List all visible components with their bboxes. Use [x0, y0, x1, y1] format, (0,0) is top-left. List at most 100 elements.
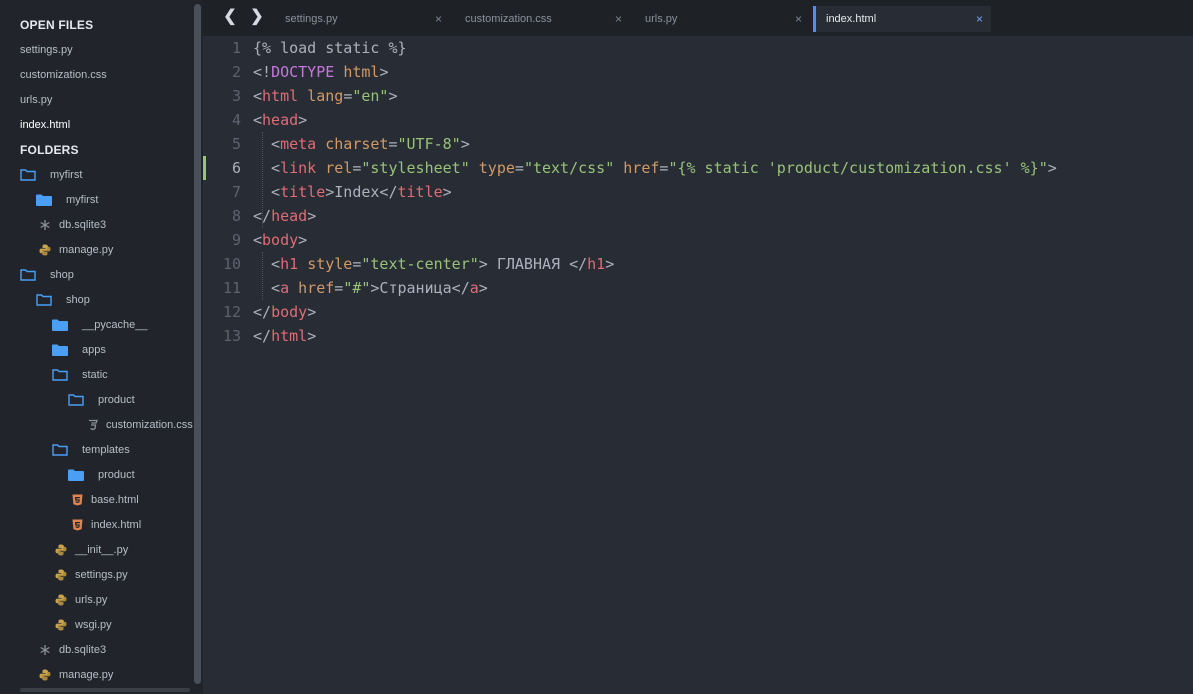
tree-folder[interactable]: myfirst [36, 190, 98, 210]
tab-label: customization.css [465, 13, 552, 25]
tree-folder[interactable]: shop [36, 290, 90, 310]
code-line[interactable]: 3 <html lang="en"> [203, 84, 1193, 108]
tab-customization-css[interactable]: customization.css × [455, 6, 630, 32]
code-text: <link rel="stylesheet" type="text/css" h… [253, 156, 1057, 180]
open-file-item[interactable]: index.html [20, 115, 70, 135]
folder-open-icon [52, 369, 68, 381]
code-line[interactable]: 1 {% load static %} [203, 36, 1193, 60]
tab-settings-py[interactable]: settings.py × [275, 6, 450, 32]
css-icon [88, 419, 98, 431]
open-file-item[interactable]: settings.py [20, 40, 73, 60]
code-token: > [307, 207, 317, 225]
code-token: lang [307, 87, 344, 105]
tree-file[interactable]: base.html [72, 490, 139, 510]
tab-index-html[interactable]: index.html × [813, 6, 991, 32]
back-arrow-icon[interactable]: ❮ [221, 7, 239, 27]
tree-item-label: db.sqlite3 [59, 644, 107, 656]
tree-folder[interactable]: product [68, 465, 135, 485]
sidebar-scrollbar[interactable] [194, 4, 201, 684]
tree-item-label: product [98, 394, 135, 406]
code-token: > [1047, 159, 1057, 177]
tree-folder[interactable]: templates [52, 440, 130, 460]
tree-folder[interactable]: shop [20, 265, 74, 285]
close-icon[interactable]: × [615, 12, 622, 26]
html5-icon [72, 519, 83, 531]
code-text: <title>Index</title> [253, 180, 452, 204]
tree-item-label: base.html [91, 494, 139, 506]
tree-file[interactable]: db.sqlite3 [39, 215, 106, 235]
folder-open-icon [52, 444, 68, 456]
code-text: <head> [253, 108, 307, 132]
python-icon [55, 594, 67, 606]
code-token: = [343, 87, 353, 105]
code-token: = [334, 279, 344, 297]
line-number: 10 [222, 255, 241, 273]
folder-open-icon [20, 169, 36, 181]
code-token: < [253, 87, 263, 105]
code-line[interactable]: 8 </head> [203, 204, 1193, 228]
code-text: <meta charset="UTF-8"> [253, 132, 470, 156]
folder-icon [52, 319, 68, 331]
tree-item-label: apps [82, 344, 106, 356]
tree-item-label: myfirst [50, 169, 83, 181]
folder-open-icon [36, 294, 52, 306]
line-number: 9 [231, 231, 241, 249]
code-line[interactable]: 12 </body> [203, 300, 1193, 324]
tree-item-label: customization.css [106, 419, 193, 431]
sidebar-horizontal-scrollbar[interactable] [20, 688, 190, 692]
code-line[interactable]: 11 <a href="#">Страница</a> [203, 276, 1193, 300]
code-token: < [253, 279, 281, 297]
code-text: </head> [253, 204, 316, 228]
tab-urls-py[interactable]: urls.py × [635, 6, 810, 32]
code-line[interactable]: 9 <body> [203, 228, 1193, 252]
tree-file[interactable]: manage.py [39, 240, 113, 260]
code-token: > [298, 231, 308, 249]
code-line[interactable]: 6 <link rel="stylesheet" type="text/css"… [203, 156, 1193, 180]
tree-folder[interactable]: apps [52, 340, 106, 360]
code-token: < [253, 159, 281, 177]
code-token: {% load static %} [253, 39, 407, 57]
tree-file[interactable]: db.sqlite3 [39, 640, 106, 660]
tree-item-label: manage.py [59, 244, 114, 256]
tree-folder[interactable]: __pycache__ [52, 315, 147, 335]
code-line[interactable]: 13 </html> [203, 324, 1193, 348]
code-token: a [469, 279, 479, 297]
code-editor[interactable]: 1 {% load static %} 2 <!DOCTYPE html> 3 <html… [203, 36, 1193, 694]
tree-item-label: shop [66, 294, 90, 306]
tree-folder[interactable]: product [68, 390, 135, 410]
tree-folder[interactable]: static [52, 365, 108, 385]
python-icon [39, 244, 51, 256]
code-token: link [280, 159, 317, 177]
asterisk-icon [39, 219, 51, 231]
code-token: < [253, 135, 281, 153]
folder-open-icon [68, 394, 84, 406]
open-file-item[interactable]: urls.py [20, 90, 52, 110]
tree-file[interactable]: manage.py [39, 665, 113, 685]
close-icon[interactable]: × [976, 12, 983, 26]
code-token: "#" [343, 279, 371, 297]
close-icon[interactable]: × [795, 12, 802, 26]
tree-folder[interactable]: myfirst [20, 165, 82, 185]
tree-file[interactable]: __init__.py [55, 540, 128, 560]
code-token: < [253, 183, 281, 201]
tree-file[interactable]: wsgi.py [55, 615, 112, 635]
code-line[interactable]: 10 <h1 style="text-center"> ГЛАВНАЯ </h1… [203, 252, 1193, 276]
code-line[interactable]: 5 <meta charset="UTF-8"> [203, 132, 1193, 156]
code-line[interactable]: 4 <head> [203, 108, 1193, 132]
code-line[interactable]: 2 <!DOCTYPE html> [203, 60, 1193, 84]
tree-file[interactable]: settings.py [55, 565, 128, 585]
tree-file[interactable]: customization.css [88, 415, 193, 435]
open-file-label: index.html [20, 119, 71, 131]
line-number: 2 [231, 63, 241, 81]
code-line[interactable]: 7 <title>Index</title> [203, 180, 1193, 204]
open-file-item[interactable]: customization.css [20, 65, 107, 85]
close-icon[interactable]: × [435, 12, 442, 26]
folder-icon [52, 344, 68, 356]
forward-arrow-icon[interactable]: ❯ [248, 7, 266, 27]
code-token: "text/css" [523, 159, 615, 177]
tree-file[interactable]: urls.py [55, 590, 107, 610]
tree-file[interactable]: index.html [72, 515, 141, 535]
